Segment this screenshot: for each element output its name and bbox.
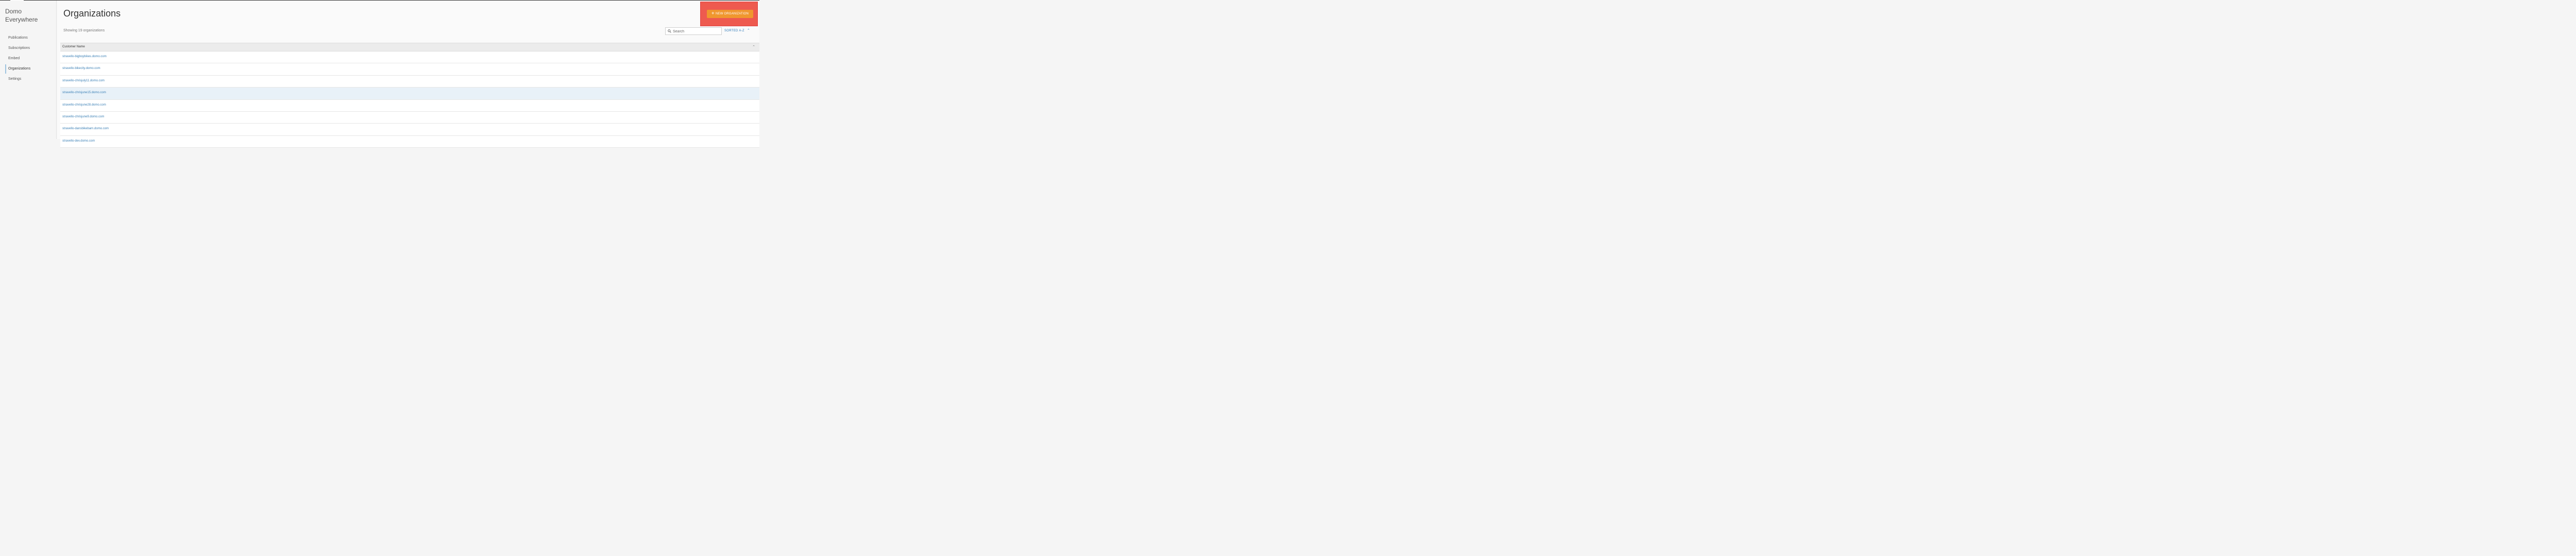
organization-link[interactable]: stravello-dansbikebarn.domo.com: [62, 127, 109, 130]
organization-link[interactable]: stravello-chrisjuly11.domo.com: [62, 79, 105, 82]
page-title: Organizations: [63, 8, 121, 19]
new-organization-label: NEW ORGANIZATION: [715, 12, 749, 15]
sidebar-item-settings[interactable]: Settings: [0, 74, 57, 84]
search-box[interactable]: [665, 27, 722, 35]
sort-toggle[interactable]: SORTED A-Z ⌃: [724, 28, 750, 32]
table-row-selected[interactable]: stravello-chrisjune15.domo.com: [60, 88, 759, 100]
organizations-table: Customer Name ⌃ stravello-bigboybikes.do…: [60, 43, 759, 148]
column-header-customer-name[interactable]: Customer Name: [62, 45, 85, 48]
new-organization-button[interactable]: + NEW ORGANIZATION: [707, 10, 753, 18]
sidebar-nav: Publications Subscriptions Embed Organiz…: [0, 33, 57, 84]
plus-icon: +: [711, 11, 715, 16]
app-title-line1: Domo: [5, 8, 22, 15]
table-row[interactable]: stravello-chrisjuly11.domo.com: [60, 75, 759, 88]
search-icon: [668, 29, 671, 33]
sidebar: Domo Everywhere Publications Subscriptio…: [0, 1, 57, 139]
organization-link[interactable]: stravello-bigboybikes.domo.com: [62, 55, 107, 58]
sidebar-item-subscriptions[interactable]: Subscriptions: [0, 43, 57, 54]
main-content: Organizations Showing 19 organizations +…: [57, 1, 759, 148]
sidebar-item-embed[interactable]: Embed: [0, 54, 57, 64]
sidebar-item-organizations[interactable]: Organizations: [0, 64, 57, 74]
app-title: Domo Everywhere: [5, 7, 38, 24]
organization-link[interactable]: stravello-bikecity.domo.com: [62, 67, 100, 70]
table-row[interactable]: stravello-dansbikebarn.domo.com: [60, 124, 759, 136]
table-row[interactable]: stravello-dev.domo.com: [60, 135, 759, 148]
collapse-chevron-icon[interactable]: ⌃: [752, 45, 755, 49]
organization-link[interactable]: stravello-chrisjune9.domo.com: [62, 115, 104, 118]
table-row[interactable]: stravello-bikecity.domo.com: [60, 63, 759, 76]
chevron-up-icon: ⌃: [747, 29, 751, 32]
organization-count: Showing 19 organizations: [63, 29, 105, 32]
sort-label: SORTED A-Z: [724, 29, 744, 32]
search-input[interactable]: [673, 28, 720, 34]
app-title-line2: Everywhere: [5, 16, 38, 23]
organization-link[interactable]: stravello-chrisjune28.domo.com: [62, 103, 106, 107]
table-row[interactable]: stravello-chrisjune9.domo.com: [60, 111, 759, 124]
sidebar-item-publications[interactable]: Publications: [0, 33, 57, 43]
organization-link[interactable]: stravello-chrisjune15.domo.com: [62, 91, 106, 94]
table-header[interactable]: Customer Name ⌃: [60, 43, 759, 51]
table-row[interactable]: stravello-bigboybikes.domo.com: [60, 51, 759, 64]
new-organization-highlight: + NEW ORGANIZATION: [700, 2, 758, 26]
organization-link[interactable]: stravello-dev.domo.com: [62, 140, 95, 143]
table-row[interactable]: stravello-chrisjune28.domo.com: [60, 99, 759, 112]
